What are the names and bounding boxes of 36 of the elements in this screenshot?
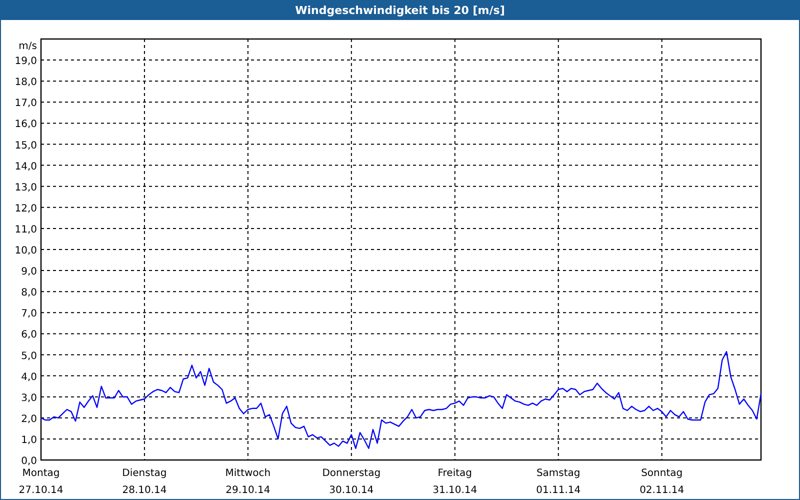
x-tick-label: Samstag [536,468,580,479]
y-tick-label: 10,0 [14,246,37,256]
y-tick-label: 1,0 [21,434,37,446]
y-tick-label: 3,0 [21,392,37,404]
x-tick-date: 01.11.14 [536,485,581,496]
y-tick-label: 18,0 [14,77,37,88]
x-tick-label: Mittwoch [225,468,271,479]
y-tick-label: 7,0 [21,308,37,320]
x-tick-date: 02.11.14 [640,485,684,496]
window-title: Windgeschwindigkeit bis 20 [m/s] [295,4,505,16]
x-tick-label: Montag [22,468,60,479]
x-tick-date: 30.10.14 [329,485,374,496]
y-tick-label: 19,0 [14,56,37,68]
x-tick-label: Dienstag [122,468,167,479]
y-tick-label: 17,0 [14,98,37,110]
y-tick-label: 14,0 [14,161,37,172]
x-tick-date: 31.10.14 [432,485,478,496]
y-tick-label: 9,0 [21,266,37,278]
y-tick-label: 13,0 [14,182,37,194]
y-tick-label: 6,0 [21,330,37,341]
y-tick-label: 5,0 [21,350,37,362]
x-tick-date: 29.10.14 [226,485,270,496]
y-tick-label: 4,0 [21,372,37,383]
y-tick-label: 12,0 [14,203,37,214]
y-tick-label: 2,0 [21,414,37,425]
y-tick-label: 0,0 [21,456,37,467]
x-tick-label: Sonntag [641,468,683,479]
y-tick-label: 15,0 [14,140,37,152]
x-tick-label: Freitag [438,468,472,479]
x-tick-label: Donnerstag [322,468,381,479]
y-axis-unit: m/s [18,41,37,52]
x-tick-date: 28.10.14 [122,485,167,496]
x-tick-date: 27.10.14 [18,485,64,496]
y-tick-label: 8,0 [21,288,37,299]
y-tick-label: 16,0 [14,119,37,130]
y-tick-label: 11,0 [14,224,37,236]
